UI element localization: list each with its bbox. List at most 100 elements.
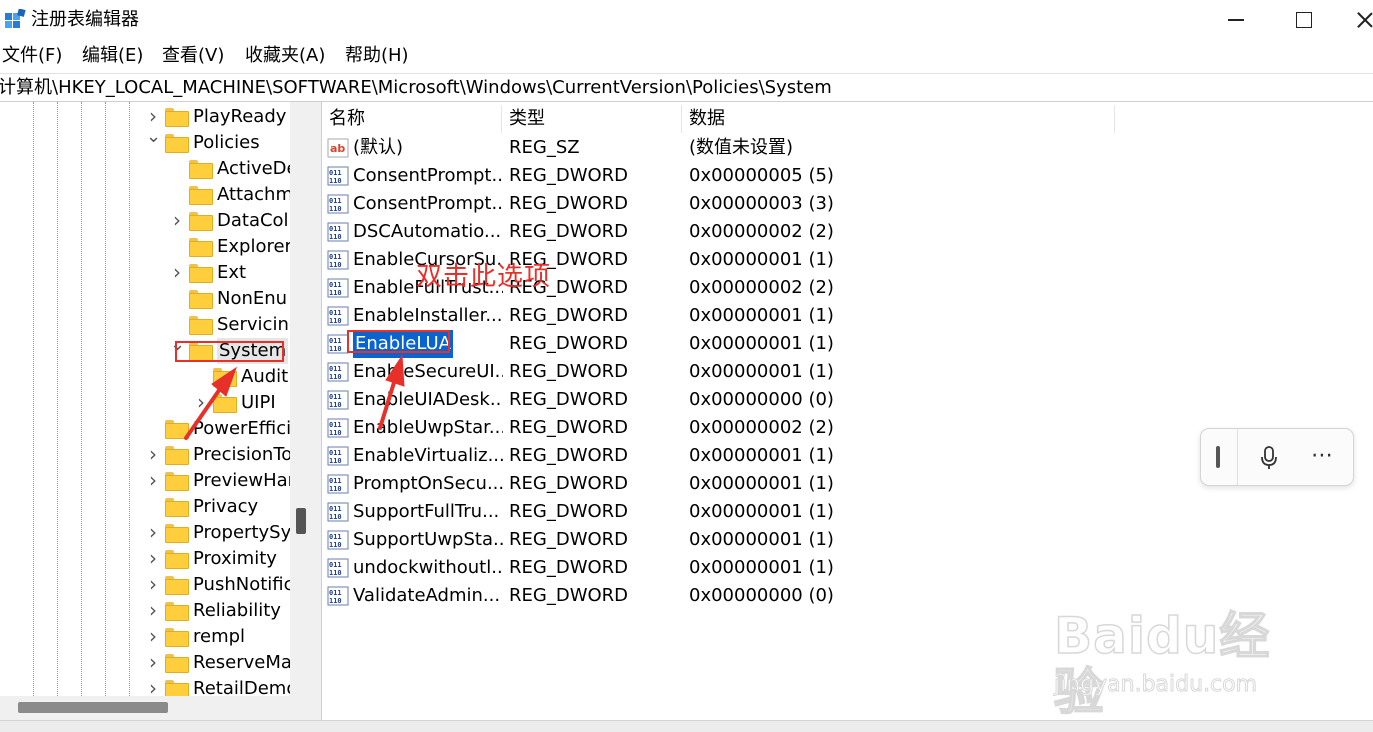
microphone-icon[interactable] xyxy=(1258,445,1280,471)
tree-vertical-scrollbar[interactable] xyxy=(290,102,314,696)
value-type: REG_DWORD xyxy=(509,557,629,578)
folder-icon xyxy=(165,472,189,491)
dword-value-icon: 011110 xyxy=(327,222,349,242)
menu-edit[interactable]: 编辑(E) xyxy=(82,42,143,70)
value-row[interactable]: ab (默认) REG_SZ (数值未设置) xyxy=(322,134,1122,162)
tree-guide-line xyxy=(129,102,130,702)
value-name: EnableVirtualiz... xyxy=(353,445,503,466)
window-title: 注册表编辑器 xyxy=(31,9,139,30)
column-header-data[interactable]: 数据 xyxy=(682,105,1115,133)
dword-value-icon: 011110 xyxy=(327,334,349,354)
close-button[interactable] xyxy=(1350,6,1373,34)
folder-icon xyxy=(189,316,213,335)
value-name: EnableSecureUI... xyxy=(353,361,503,382)
value-row[interactable]: 011 110 DSCAutomatio... REG_DWORD 0x00000002… xyxy=(322,218,1122,246)
value-data: 0x00000000 (0) xyxy=(689,389,834,410)
value-row[interactable]: 011 110 ConsentPrompt... REG_DWORD 0x0000000… xyxy=(322,190,1122,218)
maximize-button[interactable] xyxy=(1278,6,1328,34)
svg-text:110: 110 xyxy=(329,289,342,297)
tree-item-label: Ext xyxy=(217,262,247,283)
chevron-right-icon[interactable]: › xyxy=(146,522,160,542)
toolbar-divider xyxy=(1237,429,1238,485)
value-row[interactable]: 011 110 SupportUwpSta... REG_DWORD 0x0000000… xyxy=(322,526,1122,554)
pane-splitter[interactable] xyxy=(314,102,322,722)
svg-text:011: 011 xyxy=(329,337,342,345)
column-header-type[interactable]: 类型 xyxy=(502,105,682,133)
chevron-right-icon[interactable]: › xyxy=(146,678,160,698)
svg-text:110: 110 xyxy=(329,541,342,549)
dword-value-icon: 011110 xyxy=(327,362,349,382)
chevron-right-icon[interactable]: › xyxy=(194,392,208,412)
value-type: REG_DWORD xyxy=(509,529,629,550)
annotation-text: 双击此选项 xyxy=(416,262,552,292)
chevron-right-icon[interactable]: › xyxy=(146,600,160,620)
address-path[interactable]: 计算机\HKEY_LOCAL_MACHINE\SOFTWARE\Microsof… xyxy=(0,75,832,101)
tree-item-label: NonEnu xyxy=(217,288,288,309)
chevron-right-icon[interactable]: › xyxy=(146,548,160,568)
folder-icon xyxy=(189,212,213,231)
chevron-right-icon[interactable]: › xyxy=(146,574,160,594)
svg-text:011: 011 xyxy=(329,477,342,485)
tree-item-label: ActiveDe xyxy=(217,158,298,179)
menu-file[interactable]: 文件(F) xyxy=(2,42,62,70)
folder-icon xyxy=(165,680,189,699)
value-data: 0x00000001 (1) xyxy=(689,529,834,550)
value-name: PromptOnSecu... xyxy=(353,473,503,494)
dword-value-icon: 011110 xyxy=(327,166,349,186)
value-data: 0x00000001 (1) xyxy=(689,249,834,270)
svg-text:110: 110 xyxy=(329,457,342,465)
chevron-right-icon[interactable]: › xyxy=(170,262,184,282)
value-row[interactable]: 011 110 ValidateAdmin... REG_DWORD 0x0000000… xyxy=(322,582,1122,610)
menu-favorites[interactable]: 收藏夹(A) xyxy=(245,42,325,70)
value-row[interactable]: 011 110 EnableUwpStar... REG_DWORD 0x0000000… xyxy=(322,414,1122,442)
chevron-right-icon[interactable]: › xyxy=(146,444,160,464)
value-row[interactable]: 011 110 ConsentPrompt... REG_DWORD 0x0000000… xyxy=(322,162,1122,190)
chevron-right-icon[interactable]: › xyxy=(146,470,160,490)
baidu-watermark: Baidu经验 jingyan.baidu.com xyxy=(1053,600,1314,721)
drag-handle[interactable] xyxy=(1216,446,1220,468)
value-row[interactable]: 011 110 EnableUIADesk... REG_DWORD 0x0000000… xyxy=(322,386,1122,414)
more-options-icon[interactable]: ⋯ xyxy=(1309,443,1335,469)
address-bar[interactable]: 计算机\HKEY_LOCAL_MACHINE\SOFTWARE\Microsof… xyxy=(0,73,1373,102)
value-name: EnableInstaller... xyxy=(353,305,503,326)
chevron-right-icon[interactable]: › xyxy=(146,652,160,672)
value-row[interactable]: 011 110 PromptOnSecu... REG_DWORD 0x00000001… xyxy=(322,470,1122,498)
menu-help[interactable]: 帮助(H) xyxy=(345,42,409,70)
value-type: REG_DWORD xyxy=(509,417,629,438)
folder-icon xyxy=(213,394,237,413)
folder-icon xyxy=(165,654,189,673)
value-row[interactable]: 011 110 EnableInstaller... REG_DWORD 0x00000… xyxy=(322,302,1122,330)
key-tree[interactable]: › PlayReady ⌄ Policies ActiveDe Attachm › DataC… xyxy=(0,102,314,722)
value-name: (默认) xyxy=(353,137,404,158)
value-row[interactable]: 011 110 undockwithoutl... REG_DWORD 0x000000… xyxy=(322,554,1122,582)
tree-scroll-thumb[interactable] xyxy=(296,508,306,534)
value-row[interactable]: 011 110 SupportFullTru... REG_DWORD 0x000000… xyxy=(322,498,1122,526)
tree-hscroll-thumb[interactable] xyxy=(18,702,168,713)
value-data: 0x00000001 (1) xyxy=(689,333,834,354)
svg-text:110: 110 xyxy=(329,261,342,269)
value-data: 0x00000001 (1) xyxy=(689,557,834,578)
svg-text:011: 011 xyxy=(329,309,342,317)
minimize-button[interactable] xyxy=(1210,6,1260,34)
svg-text:110: 110 xyxy=(329,429,342,437)
registry-editor-icon xyxy=(5,9,26,28)
svg-text:110: 110 xyxy=(329,485,342,493)
tree-item-label: PrecisionTo xyxy=(193,444,293,465)
chevron-right-icon[interactable]: › xyxy=(146,626,160,646)
chevron-right-icon[interactable]: › xyxy=(170,210,184,230)
menu-view[interactable]: 查看(V) xyxy=(162,42,224,70)
value-type: REG_DWORD xyxy=(509,445,629,466)
tree-guide-line xyxy=(33,102,34,702)
value-data: 0x00000001 (1) xyxy=(689,361,834,382)
value-row[interactable]: 011 110 EnableVirtualiz... REG_DWORD 0x00000… xyxy=(322,442,1122,470)
folder-icon xyxy=(189,160,213,179)
value-row[interactable]: 011 110 EnableSecureUI... REG_DWORD 0x000000… xyxy=(322,358,1122,386)
column-header-name[interactable]: 名称 xyxy=(322,105,502,133)
value-name: undockwithoutl... xyxy=(353,557,503,578)
chevron-right-icon[interactable]: › xyxy=(146,106,160,126)
svg-text:011: 011 xyxy=(329,365,342,373)
tree-item-label: UIPI xyxy=(241,392,276,413)
chevron-down-icon[interactable]: ⌄ xyxy=(146,128,161,146)
folder-icon xyxy=(165,602,189,621)
